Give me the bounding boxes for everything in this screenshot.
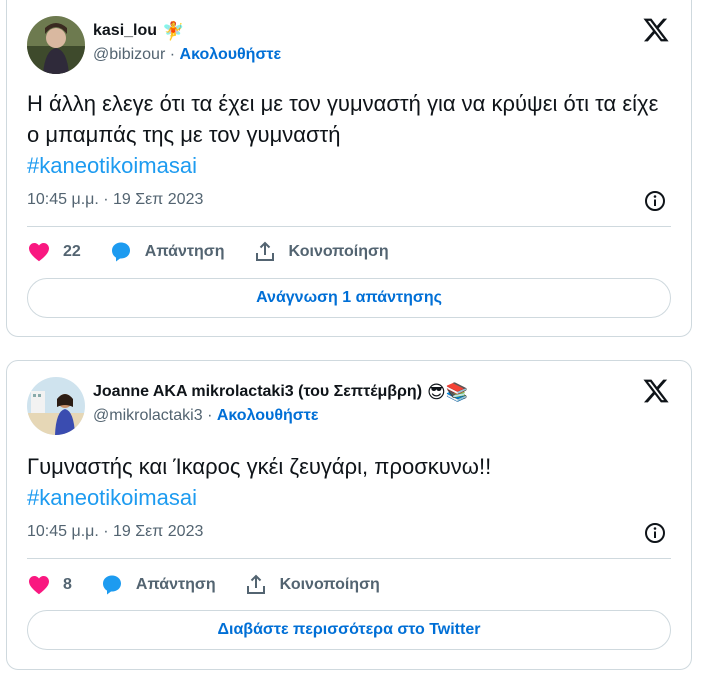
read-replies-button[interactable]: Ανάγνωση 1 απάντησης <box>27 278 671 318</box>
share-label: Κοινοποίηση <box>279 576 380 593</box>
reply-bubble-icon <box>111 242 130 262</box>
user-handle[interactable]: @mikrolactaki3 <box>93 407 203 424</box>
reply-label: Απάντηση <box>135 576 216 593</box>
reply-bubble-icon <box>102 575 121 595</box>
reply-button[interactable]: Απάντηση <box>109 240 225 264</box>
name-emoji: 😎📚 <box>427 382 469 402</box>
tweet-card[interactable]: kasi_lou 🧚 @bibizour · Ακολουθήστε Η άλλ… <box>6 0 692 337</box>
like-count: 22 <box>63 243 81 260</box>
x-logo-icon[interactable] <box>641 16 671 44</box>
timestamp[interactable]: 10:45 μ.μ. · 19 Σεπ 2023 <box>27 523 203 541</box>
share-icon <box>255 241 274 261</box>
follow-link[interactable]: Ακολουθήστε <box>180 46 282 63</box>
x-logo-icon[interactable] <box>641 377 671 405</box>
heart-icon <box>29 243 49 262</box>
like-button[interactable]: 22 <box>27 240 81 264</box>
hashtag-link[interactable]: #kaneotikoimasai <box>27 150 671 181</box>
divider <box>27 558 671 559</box>
display-name[interactable]: kasi_lou <box>93 22 157 40</box>
action-bar: 22 Απάντηση Κοινοποίηση <box>27 238 671 266</box>
tweet-text: Η άλλη ελεγε ότι τα έχει με τον γυμναστή… <box>27 88 671 181</box>
separator: · <box>207 407 213 424</box>
tweet-header: Joanne AKA mikrolactaki3 (του Σεπτέμβρη)… <box>27 377 671 435</box>
share-label: Κοινοποίηση <box>288 243 389 260</box>
name-emoji: 🧚 <box>162 21 185 41</box>
tweet-body: Η άλλη ελεγε ότι τα έχει με τον γυμναστή… <box>27 91 659 147</box>
like-button[interactable]: 8 <box>27 573 72 597</box>
share-button[interactable]: Κοινοποίηση <box>253 240 389 264</box>
heart-icon <box>29 576 49 595</box>
tweet-card[interactable]: Joanne AKA mikrolactaki3 (του Σεπτέμβρη)… <box>6 360 692 670</box>
info-icon[interactable] <box>643 521 667 545</box>
hashtag-link[interactable]: #kaneotikoimasai <box>27 482 671 513</box>
share-icon <box>246 574 265 594</box>
reply-button[interactable]: Απάντηση <box>100 573 216 597</box>
tweet-text: Γυμναστής και Ίκαρος γκέι ζευγάρι, προσκ… <box>27 451 671 513</box>
share-button[interactable]: Κοινοποίηση <box>244 573 380 597</box>
user-handle[interactable]: @bibizour <box>93 46 165 63</box>
separator: · <box>169 46 176 63</box>
avatar[interactable] <box>27 16 85 74</box>
read-more-button[interactable]: Διαβάστε περισσότερα στο Twitter <box>27 610 671 650</box>
tweet-meta: 10:45 μ.μ. · 19 Σεπ 2023 <box>27 189 671 213</box>
action-bar: 8 Απάντηση Κοινοποίηση <box>27 571 671 599</box>
timestamp[interactable]: 10:45 μ.μ. · 19 Σεπ 2023 <box>27 191 203 209</box>
follow-link[interactable]: Ακολουθήστε <box>217 407 319 424</box>
like-count: 8 <box>63 576 72 593</box>
reply-label: Απάντηση <box>144 243 225 260</box>
tweet-body: Γυμναστής και Ίκαρος γκέι ζευγάρι, προσκ… <box>27 454 492 479</box>
divider <box>27 226 671 227</box>
avatar[interactable] <box>27 377 85 435</box>
tweet-header: kasi_lou 🧚 @bibizour · Ακολουθήστε <box>27 16 671 74</box>
info-icon[interactable] <box>643 189 667 213</box>
display-name[interactable]: Joanne AKA mikrolactaki3 (του Σεπτέμβρη) <box>93 383 422 401</box>
tweet-meta: 10:45 μ.μ. · 19 Σεπ 2023 <box>27 521 671 545</box>
